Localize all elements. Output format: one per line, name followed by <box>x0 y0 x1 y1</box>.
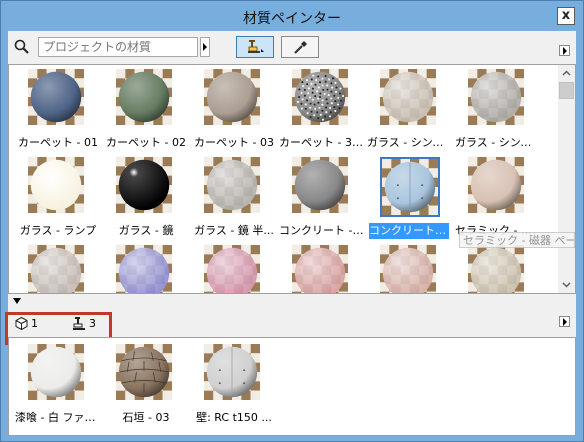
material-swatch <box>28 344 88 404</box>
material-tooltip: セラミック - 磁器 ページュ <box>459 232 575 248</box>
material-swatch <box>468 245 528 293</box>
material-label: カーペット - 01 <box>18 136 98 149</box>
material-swatch <box>204 245 264 293</box>
close-button[interactable]: x <box>557 7 575 25</box>
material-tile[interactable]: ガラス - シンプ... <box>455 69 541 157</box>
material-label: ガラス - ランプ <box>19 224 97 237</box>
material-swatch <box>28 69 88 129</box>
paint-bucket-small-icon <box>73 317 85 330</box>
material-label: カーペット - 3D... <box>279 136 365 149</box>
stats-menu-arrow[interactable] <box>559 316 570 327</box>
title-bar[interactable]: 材質ペインター x <box>1 1 583 31</box>
material-label: 漆喰 - 白 ファイン <box>15 411 101 424</box>
material-tile[interactable]: カーペット - 3D... <box>279 69 365 157</box>
material-swatch <box>116 344 176 404</box>
material-tile[interactable]: ガラス - 鏡 半... <box>191 157 277 245</box>
material-swatch <box>28 245 88 293</box>
material-swatch <box>380 157 440 217</box>
material-tile[interactable] <box>367 245 453 293</box>
material-label: ガラス - シンプ... <box>455 136 541 149</box>
scroll-up-button[interactable] <box>558 65 575 82</box>
material-swatch <box>116 157 176 217</box>
material-tile[interactable]: コンクリート - 03 <box>279 157 365 245</box>
material-tile[interactable]: カーペット - 03 <box>191 69 277 157</box>
search-icon <box>14 39 29 54</box>
scroll-down-button[interactable] <box>558 276 575 293</box>
material-swatch <box>292 69 352 129</box>
cube-icon <box>15 316 28 331</box>
material-swatch <box>204 157 264 217</box>
used-materials-panel: 漆喰 - 白 ファイン 石垣 - 03 壁: RC t150 ... <box>8 337 576 436</box>
material-label: ガラス - シンプル <box>367 136 453 149</box>
material-painter-window: 材質ペインター x プロジェクトの材質 カーペット - 01 カーペット - 0… <box>0 0 584 442</box>
material-label: ガラス - 鏡 半... <box>194 224 274 237</box>
window-title: 材質ペインター <box>243 11 341 27</box>
material-label: カーペット - 03 <box>194 136 274 149</box>
vertical-scrollbar[interactable] <box>558 65 575 293</box>
stats-bar: 1 3 <box>5 304 576 345</box>
material-swatch <box>292 157 352 217</box>
material-swatch <box>468 69 528 129</box>
material-tile[interactable]: 壁: RC t150 ... <box>191 344 277 432</box>
material-swatch <box>468 157 528 217</box>
material-swatch <box>116 69 176 129</box>
material-swatch <box>380 245 440 293</box>
material-label: コンクリート - 03 <box>279 224 365 237</box>
eyedropper-button[interactable] <box>281 36 319 58</box>
material-tile[interactable]: ガラス - ランプ <box>15 157 101 245</box>
chevron-down-icon <box>562 282 571 288</box>
material-label: コンクリート - 04 <box>369 223 449 239</box>
client-area: カーペット - 01 カーペット - 02 カーペット - 03 カーペット - 3D… <box>5 31 576 436</box>
material-tile[interactable]: ガラス - 鏡 <box>103 157 189 245</box>
chevron-up-icon <box>562 70 571 76</box>
material-tile[interactable] <box>455 245 541 293</box>
material-tile[interactable]: 石垣 - 03 <box>103 344 189 432</box>
search-input[interactable] <box>38 37 198 57</box>
material-swatch <box>28 157 88 217</box>
material-swatch <box>380 69 440 129</box>
scroll-thumb[interactable] <box>559 82 574 99</box>
eyedropper-icon <box>294 41 307 54</box>
material-swatch <box>204 69 264 129</box>
material-tile[interactable] <box>191 245 277 293</box>
painted-count-value: 3 <box>89 317 96 330</box>
material-swatch <box>204 344 264 404</box>
material-label: ガラス - 鏡 <box>118 224 174 237</box>
paint-bucket-button[interactable] <box>236 36 274 58</box>
material-grid: カーペット - 01 カーペット - 02 カーペット - 03 カーペット - 3D… <box>8 64 576 294</box>
material-tile[interactable]: カーペット - 02 <box>103 69 189 157</box>
material-tile[interactable]: カーペット - 01 <box>15 69 101 157</box>
search-dropdown-arrow[interactable] <box>200 37 210 57</box>
material-tile[interactable]: コンクリート - 04 <box>367 157 453 245</box>
toolbar <box>8 31 576 64</box>
material-swatch <box>116 245 176 293</box>
material-tile[interactable] <box>279 245 365 293</box>
material-label: 石垣 - 03 <box>122 411 170 424</box>
material-count-value: 1 <box>31 317 38 330</box>
material-label: 壁: RC t150 ... <box>196 411 272 424</box>
paint-bucket-icon <box>248 40 264 53</box>
material-tile[interactable]: 漆喰 - 白 ファイン <box>15 344 101 432</box>
material-tile[interactable] <box>15 245 101 293</box>
material-label: カーペット - 02 <box>106 136 186 149</box>
material-swatch <box>292 245 352 293</box>
material-tile[interactable]: ガラス - シンプル <box>367 69 453 157</box>
material-tile[interactable] <box>103 245 189 293</box>
toolbar-menu-arrow[interactable] <box>559 45 570 56</box>
